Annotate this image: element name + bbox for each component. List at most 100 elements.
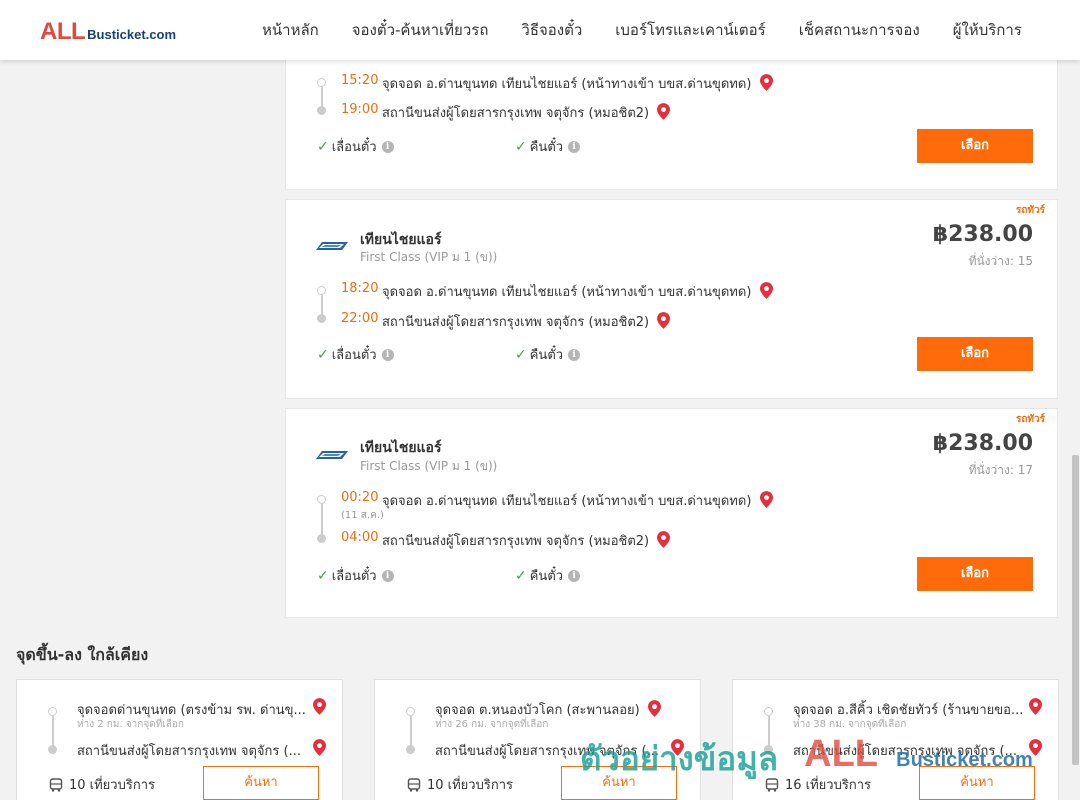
nav-how-to-book[interactable]: วิธีจองตั๋ว	[521, 18, 582, 42]
nearby-stop-card: จุดจอดด่านขุนทด (ตรงข้าม รพ. ด่านขุ... ห…	[16, 679, 343, 800]
ticket-card: 15:20 จุดจอด อ.ด่านขุนทด เทียนไชยแอร์ (ห…	[285, 40, 1058, 190]
feature-label: คืนตั๋ว	[529, 348, 564, 363]
feature-label: เลื่อนตั๋ว	[331, 348, 377, 363]
arrive-stop: สถานีขนส่งผู้โดยสารกรุงเทพ จตุจักร (หมอช…	[382, 102, 671, 123]
select-button[interactable]: เลือก	[917, 129, 1033, 163]
timeline-end-dot	[317, 314, 326, 323]
info-icon[interactable]: i	[568, 569, 581, 582]
nav-home[interactable]: หน้าหลัก	[262, 18, 319, 42]
feature-reschedule: ✓ เลื่อนตั๋ว i	[317, 565, 394, 586]
nav-operators[interactable]: ผู้ให้บริการ	[953, 18, 1022, 42]
ticket-price: ฿238.00	[932, 222, 1033, 247]
arrive-time: 19:00	[341, 102, 379, 117]
map-pin-icon[interactable]	[657, 312, 671, 329]
trip-count-label: 10 เที่ยวบริการ	[427, 778, 513, 793]
timeline-end-dot	[317, 534, 326, 543]
bus-icon	[407, 777, 421, 792]
trip-count-label: 16 เที่ยวบริการ	[785, 778, 871, 793]
seats-available: ที่นั่งว่าง: 15	[968, 254, 1033, 268]
feature-refund: ✓ คืนตั๋ว i	[515, 565, 581, 586]
timeline-line	[768, 716, 770, 746]
feature-label: เลื่อนตั๋ว	[331, 140, 377, 155]
seats-available: ที่นั่งว่าง: 17	[968, 463, 1033, 477]
check-icon: ✓	[317, 567, 329, 584]
map-pin-icon[interactable]	[657, 531, 671, 548]
depart-time: 15:20	[341, 73, 379, 88]
search-button[interactable]: ค้นหา	[561, 766, 677, 800]
timeline-end-dot	[764, 745, 773, 754]
check-icon: ✓	[515, 567, 527, 584]
map-pin-icon[interactable]	[313, 739, 326, 756]
timeline-line	[410, 716, 412, 746]
site-header: ALL Busticket.com หน้าหลัก จองตั๋ว-ค้นหา…	[0, 0, 1080, 60]
timeline-line	[321, 504, 323, 535]
depart-stop: จุดจอด อ.ด่านขุนทด เทียนไชยแอร์ (หน้าทาง…	[382, 490, 773, 511]
logo-busticket: Busticket.com	[87, 27, 177, 42]
timeline-end-dot	[317, 106, 326, 115]
map-pin-icon[interactable]	[1029, 739, 1042, 756]
search-button[interactable]: ค้นหา	[919, 766, 1035, 800]
select-button[interactable]: เลือก	[917, 337, 1033, 371]
depart-stop-name: จุดจอด อ.ด่านขุนทด เทียนไชยแอร์ (หน้าทาง…	[382, 77, 752, 92]
site-logo[interactable]: ALL Busticket.com	[40, 18, 176, 46]
arrive-stop-name: สถานีขนส่งผู้โดยสารกรุงเทพ จตุจักร (หมอช…	[382, 106, 650, 121]
nearby-from-stop-name: จุดจอด ต.หนองบัวโคก (สะพานลอย)	[435, 703, 640, 718]
nearby-trip-count: 10 เที่ยวบริการ	[49, 774, 155, 795]
logo-all: ALL	[40, 18, 86, 45]
map-pin-icon[interactable]	[313, 698, 326, 715]
map-pin-icon[interactable]	[759, 491, 773, 508]
feature-refund: ✓ คืนตั๋ว i	[515, 136, 581, 157]
feature-reschedule: ✓ เลื่อนตั๋ว i	[317, 136, 394, 157]
nav-check-booking[interactable]: เช็คสถานะการจอง	[799, 18, 920, 42]
feature-label: เลื่อนตั๋ว	[331, 569, 377, 584]
info-icon[interactable]: i	[381, 348, 394, 361]
nearby-stop-card: จุดจอด อ.สีคิ้ว เชิดชัยทัวร์ (ร้านขายขอ.…	[732, 679, 1059, 800]
check-icon: ✓	[515, 138, 527, 155]
bus-icon	[765, 777, 779, 792]
timeline-line	[52, 716, 54, 746]
map-pin-icon[interactable]	[759, 74, 773, 91]
ticket-card: รถทัวร์ เทียนไชยแอร์ First Class (VIP ม …	[285, 408, 1058, 618]
map-pin-icon[interactable]	[671, 739, 684, 756]
operator-name: เทียนไชยแอร์	[360, 440, 442, 456]
depart-stop: จุดจอด อ.ด่านขุนทด เทียนไชยแอร์ (หน้าทาง…	[382, 73, 773, 94]
depart-time: 00:20	[341, 490, 379, 505]
info-icon[interactable]: i	[568, 140, 581, 153]
bus-class: First Class (VIP ม 1 (ข))	[360, 459, 498, 473]
info-icon[interactable]: i	[381, 569, 394, 582]
info-icon[interactable]: i	[381, 140, 394, 153]
timeline-line	[321, 295, 323, 315]
arrive-time: 22:00	[341, 311, 379, 326]
feature-reschedule: ✓ เลื่อนตั๋ว i	[317, 344, 394, 365]
nav-book-search[interactable]: จองตั๋ว-ค้นหาเที่ยวรถ	[352, 18, 489, 42]
nav-contact-counter[interactable]: เบอร์โทรและเคาน์เตอร์	[615, 18, 765, 42]
timeline-line	[321, 87, 323, 107]
check-icon: ✓	[317, 138, 329, 155]
scrollbar-thumb[interactable]	[1072, 455, 1079, 765]
nearby-to-stop: สถานีขนส่งผู้โดยสารกรุงเทพ จตุจักร (...	[793, 744, 1017, 759]
map-pin-icon[interactable]	[657, 103, 671, 120]
nearby-stops-title: จุดขึ้น-ลง ใกล้เคียง	[16, 645, 149, 664]
nearby-trip-count: 10 เที่ยวบริการ	[407, 774, 513, 795]
map-pin-icon[interactable]	[759, 282, 773, 299]
depart-time: 18:20	[341, 281, 379, 296]
arrive-stop-name: สถานีขนส่งผู้โดยสารกรุงเทพ จตุจักร (หมอช…	[382, 534, 650, 549]
arrive-time: 04:00	[341, 530, 379, 545]
map-pin-icon[interactable]	[647, 700, 661, 717]
page-scrollbar[interactable]	[1071, 60, 1080, 800]
bus-class: First Class (VIP ม 1 (ข))	[360, 250, 498, 264]
select-button[interactable]: เลือก	[917, 557, 1033, 591]
operator-logo	[316, 242, 348, 250]
depart-stop: จุดจอด อ.ด่านขุนทด เทียนไชยแอร์ (หน้าทาง…	[382, 281, 773, 302]
nearby-to-stop: สถานีขนส่งผู้โดยสารกรุงเทพ จตุจักร (...	[77, 744, 301, 759]
timeline-start-dot	[317, 286, 326, 295]
bus-icon	[49, 777, 63, 792]
arrive-stop: สถานีขนส่งผู้โดยสารกรุงเทพ จตุจักร (หมอช…	[382, 311, 671, 332]
nearby-distance: ห่าง 26 กม. จากจุดที่เลือก	[435, 719, 549, 730]
map-pin-icon[interactable]	[1029, 698, 1042, 715]
trip-count-label: 10 เที่ยวบริการ	[69, 778, 155, 793]
bus-type-tag: รถทัวร์	[1015, 205, 1045, 216]
info-icon[interactable]: i	[568, 348, 581, 361]
search-button[interactable]: ค้นหา	[203, 766, 319, 800]
depart-stop-name: จุดจอด อ.ด่านขุนทด เทียนไชยแอร์ (หน้าทาง…	[382, 285, 752, 300]
